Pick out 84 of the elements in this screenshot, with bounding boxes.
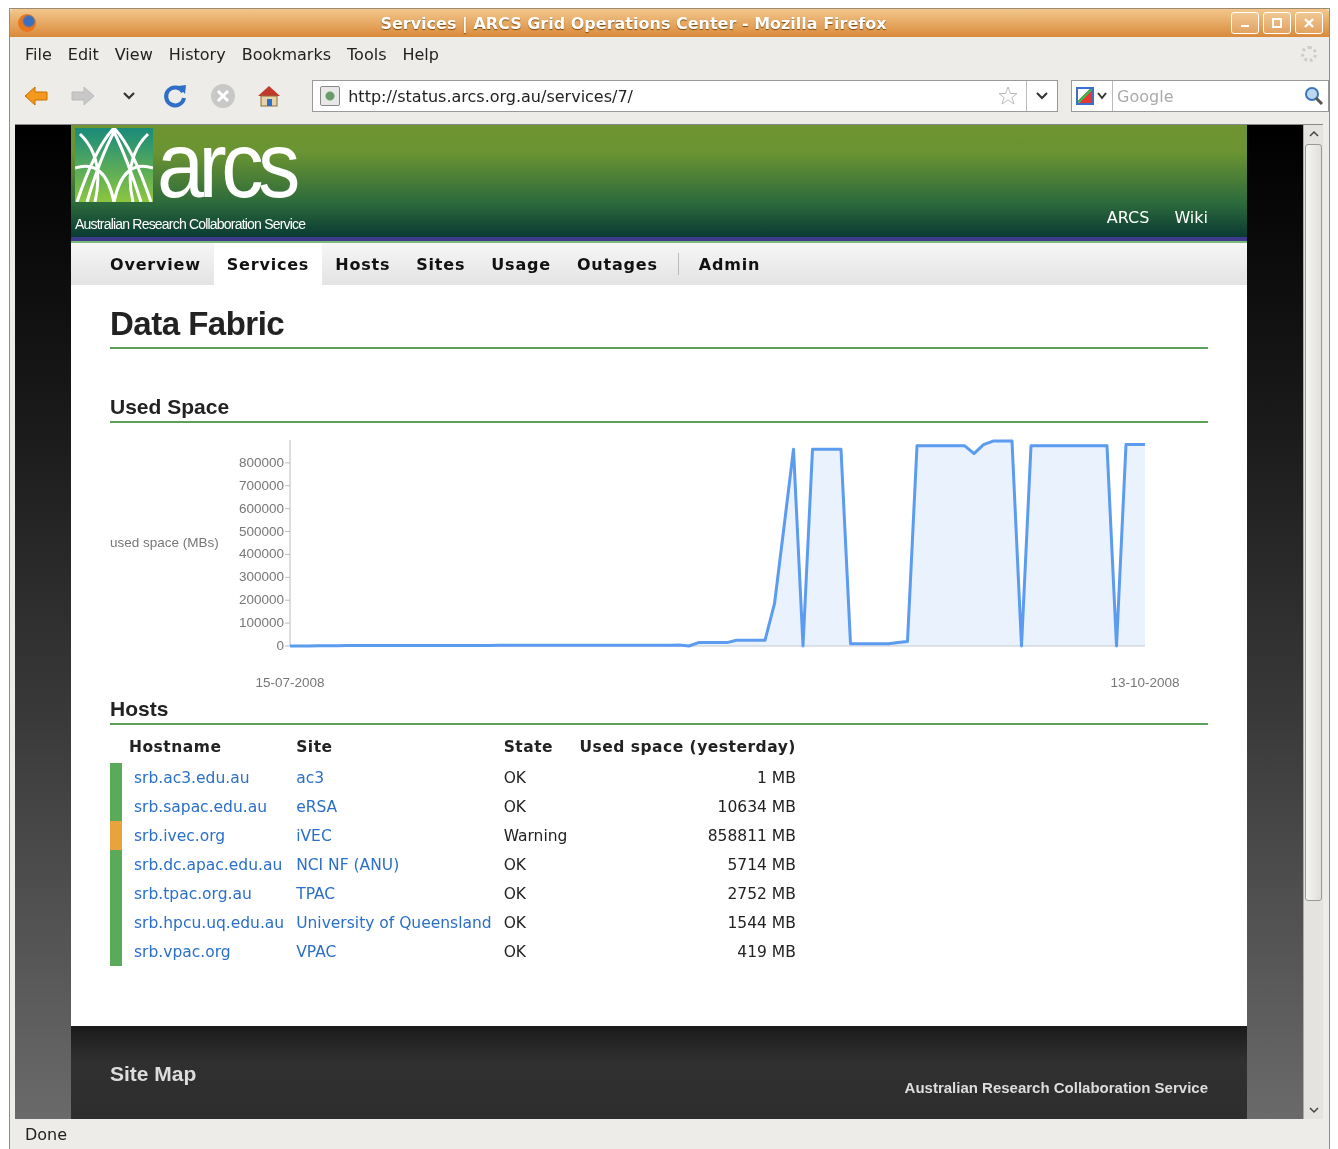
nav-tab[interactable]: Sites: [403, 243, 479, 285]
maximize-button[interactable]: [1263, 12, 1291, 34]
menu-item[interactable]: Help: [394, 44, 447, 64]
site-link[interactable]: eRSA: [296, 797, 338, 816]
table-cell-text: 1544 MB: [726, 912, 796, 934]
nav-tab[interactable]: Overview: [97, 243, 214, 285]
y-tick-label: 0: [276, 638, 284, 653]
minimize-button[interactable]: [1231, 12, 1259, 34]
y-tick-label: 500000: [238, 523, 284, 539]
search-icon[interactable]: [1304, 86, 1324, 106]
section-heading: Used Space: [110, 395, 1208, 423]
nav-tab[interactable]: Services: [213, 243, 323, 285]
header-link[interactable]: Wiki: [1174, 208, 1208, 227]
menu-item[interactable]: Bookmarks: [233, 44, 340, 64]
table-cell-text: 1 MB: [756, 767, 796, 789]
y-tick-label: 700000: [238, 477, 284, 493]
y-axis-label: used space (MBs): [110, 535, 219, 550]
hostname-link[interactable]: srb.dc.apac.edu.au: [134, 855, 283, 874]
hostname-link[interactable]: srb.vpac.org: [134, 942, 231, 961]
table-cell-text: OK: [503, 796, 527, 818]
x-tick-label: 13-10-2008: [1110, 675, 1180, 690]
table-cell-text: Warning: [503, 825, 569, 847]
table-cell-text: OK: [503, 883, 527, 905]
logo-mark-icon: [75, 128, 153, 202]
search-field[interactable]: Google: [1071, 80, 1329, 112]
address-field[interactable]: http://status.arcs.org.au/services/7/: [312, 80, 1059, 112]
menu-item[interactable]: History: [160, 44, 234, 64]
menu-item[interactable]: Tools: [339, 44, 395, 64]
logo-text: arcs: [157, 128, 295, 202]
y-tick-label: 100000: [238, 615, 284, 631]
site-link[interactable]: University of Queensland: [296, 913, 492, 932]
hostname-link[interactable]: srb.ac3.edu.au: [134, 768, 250, 787]
table-cell-text: OK: [503, 854, 527, 876]
nav-tab[interactable]: Usage: [478, 243, 564, 285]
column-header: State: [503, 737, 555, 758]
caret-icon[interactable]: [1035, 91, 1050, 101]
tagline: Australian Research Collaboration Service: [75, 216, 307, 234]
scrollbar[interactable]: [1303, 125, 1323, 1119]
y-tick-label: 400000: [238, 546, 284, 562]
nav-tab[interactable]: Hosts: [322, 243, 404, 285]
site-link[interactable]: TPAC: [296, 884, 336, 903]
site-link[interactable]: NCI NF (ANU): [296, 855, 400, 874]
table-cell-text: OK: [503, 941, 527, 963]
table-cell-text: 419 MB: [736, 941, 796, 963]
column-header: Hostname: [122, 735, 297, 763]
y-tick-label: 600000: [238, 500, 284, 516]
hostname-link[interactable]: srb.tpac.org.au: [134, 884, 252, 903]
hostname-link[interactable]: srb.hpcu.uq.edu.au: [134, 913, 285, 932]
table-cell-text: 858811 MB: [706, 825, 796, 847]
table-cell-text: OK: [503, 912, 527, 934]
menu-item[interactable]: View: [106, 44, 161, 64]
footer-title: Site Map: [110, 1062, 197, 1086]
footer-text: Australian Research Collaboration Service: [904, 1079, 1208, 1096]
close-icon[interactable]: [1302, 16, 1316, 30]
hostname-link[interactable]: srb.ivec.org: [134, 826, 226, 845]
y-tick-label: 200000: [238, 592, 284, 608]
throbber-icon: [1301, 46, 1317, 62]
page-title: Data Fabric: [110, 305, 1208, 349]
x-tick-label: 15-07-2008: [255, 675, 325, 690]
menu-item[interactable]: File: [17, 44, 60, 64]
nav-tab[interactable]: Admin: [685, 243, 774, 285]
y-tick-label: 800000: [238, 454, 284, 470]
section-heading: Hosts: [110, 697, 1208, 725]
window-title: Services | ARCS Grid Operations Center - Mozilla Firefox: [379, 13, 888, 33]
close-button[interactable]: [1295, 12, 1323, 34]
table-cell-text: 10634 MB: [716, 796, 796, 818]
column-header: Used space (yesterday): [579, 737, 796, 758]
scroll-thumb[interactable]: [1305, 144, 1322, 902]
table-cell-text: OK: [503, 767, 527, 789]
table-cell-text: 2752 MB: [726, 883, 796, 905]
site-link[interactable]: ac3: [296, 768, 325, 787]
site-link[interactable]: iVEC: [296, 826, 332, 845]
maximize-icon[interactable]: [1270, 16, 1284, 30]
y-tick-label: 300000: [238, 569, 284, 585]
site-icon: [320, 86, 341, 106]
column-header: Site: [296, 735, 504, 763]
header-link[interactable]: ARCS: [1106, 208, 1150, 227]
browser-logo-icon: [18, 14, 36, 32]
table-cell-text: 5714 MB: [726, 854, 796, 876]
status-text: Done: [25, 1124, 68, 1144]
hostname-link[interactable]: srb.sapac.edu.au: [134, 797, 268, 816]
site-link[interactable]: VPAC: [296, 942, 337, 961]
menu-item[interactable]: Edit: [59, 44, 107, 64]
nav-tab[interactable]: Outages: [563, 243, 671, 285]
